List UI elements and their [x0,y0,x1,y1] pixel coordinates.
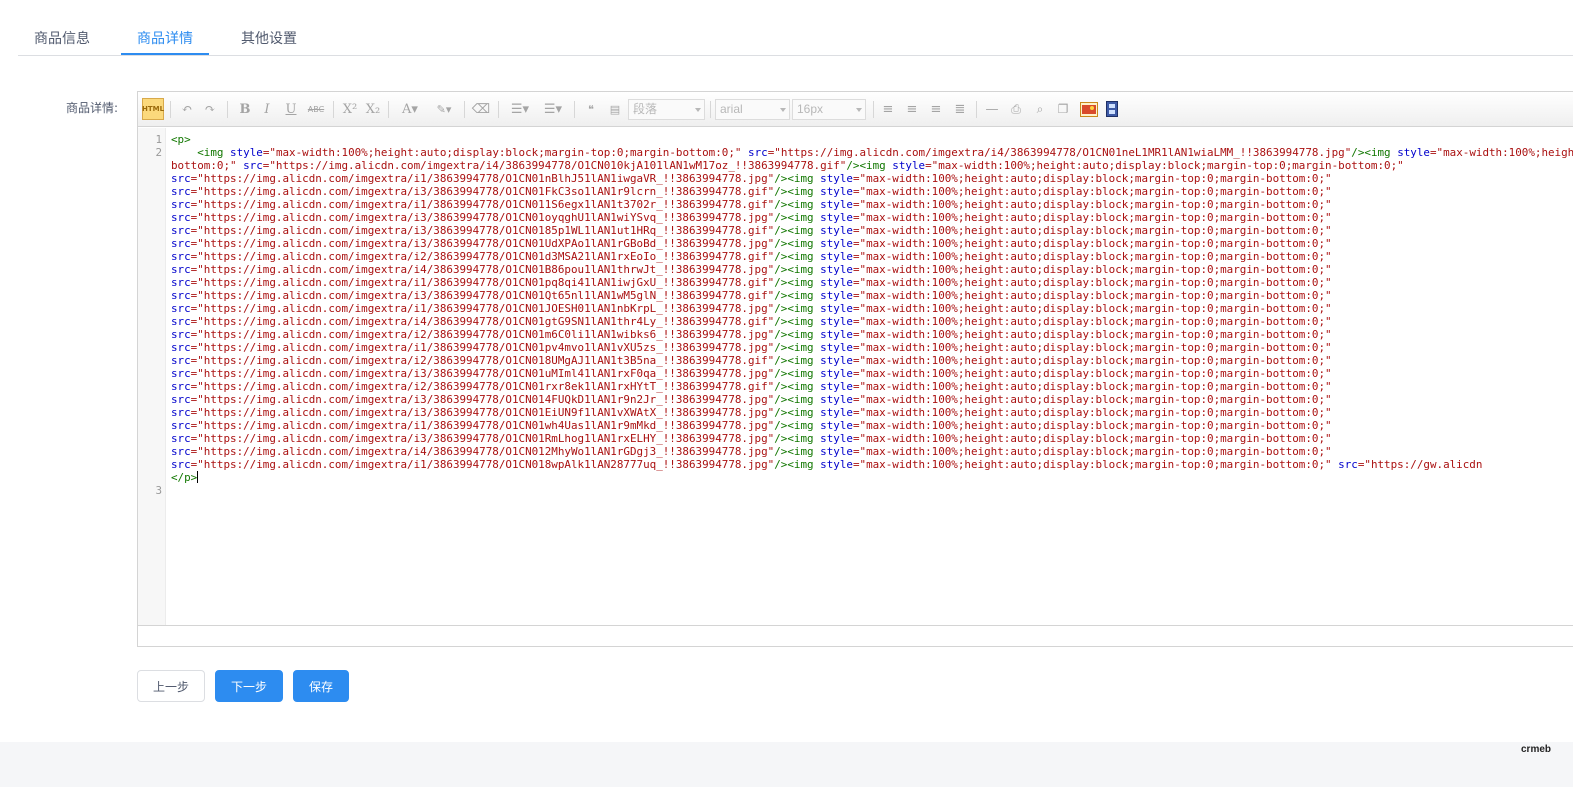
tab-other-settings[interactable]: 其他设置 [241,28,297,48]
bold-icon[interactable]: B [236,99,254,119]
align-center-icon[interactable]: ≡ [903,99,921,119]
active-tab-indicator [121,53,209,55]
code-line[interactable]: src="https://img.alicdn.com/imgextra/i1/… [171,302,1573,315]
html-source-view[interactable]: 12 3 <p> <img style="max-width:100%;heigh… [138,128,1573,625]
html-icon[interactable]: HTML [142,98,164,120]
code-line[interactable]: src="https://img.alicdn.com/imgextra/i4/… [171,263,1573,276]
code-line[interactable]: src="https://img.alicdn.com/imgextra/i4/… [171,315,1573,328]
line-number: 3 [155,484,162,497]
code-line[interactable]: <img style="max-width:100%;height:auto;d… [171,146,1573,159]
font-color-icon[interactable]: A▾ [396,99,424,119]
code-line[interactable]: src="https://img.alicdn.com/imgextra/i2/… [171,354,1573,367]
previous-step-button[interactable]: 上一步 [137,670,205,702]
code-line[interactable]: src="https://img.alicdn.com/imgextra/i2/… [171,380,1573,393]
toolbar-divider [873,101,874,118]
italic-icon[interactable]: I [258,99,276,119]
font-size-select[interactable]: 16px [792,99,866,120]
code-line[interactable]: src="https://img.alicdn.com/imgextra/i2/… [171,250,1573,263]
code-line[interactable]: src="https://img.alicdn.com/imgextra/i3/… [171,224,1573,237]
code-line[interactable]: src="https://img.alicdn.com/imgextra/i2/… [171,328,1573,341]
code-line[interactable]: src="https://img.alicdn.com/imgextra/i3/… [171,289,1573,302]
print-icon[interactable]: ⎙ [1007,99,1025,119]
code-line[interactable]: src="https://img.alicdn.com/imgextra/i4/… [171,445,1573,458]
code-line[interactable]: src="https://img.alicdn.com/imgextra/i1/… [171,276,1573,289]
code-line[interactable]: src="https://img.alicdn.com/imgextra/i3/… [171,393,1573,406]
highlight-icon[interactable]: ✎▾ [430,99,458,119]
save-button[interactable]: 保存 [293,670,349,702]
tab-product-info[interactable]: 商品信息 [34,28,90,48]
insert-video-icon[interactable] [1104,99,1120,119]
rich-text-editor: HTML ↶ ↷ B I U ABC X² X₂ A▾ ✎▾ ⌫ ☰▾ ☰▾ ❝… [137,91,1573,647]
code-line[interactable]: src="https://img.alicdn.com/imgextra/i1/… [171,198,1573,211]
code-line[interactable]: src="https://img.alicdn.com/imgextra/i3/… [171,211,1573,224]
line-number-gutter: 12 3 [138,128,166,625]
align-left-icon[interactable]: ≡ [879,99,897,119]
next-step-button[interactable]: 下一步 [215,670,283,702]
underline-icon[interactable]: U [282,99,300,119]
editor-toolbar: HTML ↶ ↷ B I U ABC X² X₂ A▾ ✎▾ ⌫ ☰▾ ☰▾ ❝… [138,92,1573,127]
insert-image-icon[interactable] [1079,99,1099,119]
code-line[interactable]: src="https://img.alicdn.com/imgextra/i3/… [171,406,1573,419]
text-cursor [197,471,199,483]
toolbar-divider [498,101,499,118]
font-family-select[interactable]: arial [715,99,790,120]
code-line[interactable]: src="https://img.alicdn.com/imgextra/i1/… [171,419,1573,432]
clear-format-icon[interactable]: ⌫ [471,99,491,119]
align-justify-icon[interactable]: ≣ [951,99,969,119]
toolbar-divider [464,101,465,118]
tab-product-detail[interactable]: 商品详情 [137,28,193,48]
paragraph-select[interactable]: 段落 [628,99,705,120]
code-line[interactable]: src="https://img.alicdn.com/imgextra/i3/… [171,432,1573,445]
code-line[interactable]: src="https://img.alicdn.com/imgextra/i1/… [171,341,1573,354]
unordered-list-icon[interactable]: ☰▾ [539,99,567,119]
code-lines[interactable]: <p> <img style="max-width:100%;height:au… [171,133,1573,484]
superscript-icon[interactable]: X² [340,99,360,119]
tab-bar: 商品信息 商品详情 其他设置 [18,0,1573,56]
toolbar-divider [976,101,977,118]
subscript-icon[interactable]: X₂ [363,99,383,119]
code-line[interactable]: <p> [171,133,1573,146]
toolbar-divider [388,101,389,118]
preview-icon[interactable]: ⌕ [1031,99,1049,119]
code-line[interactable]: bottom:0;" src="https://img.alicdn.com/i… [171,159,1573,172]
blockquote-icon[interactable]: ❝ [582,99,600,119]
horizontal-rule-icon[interactable]: — [983,99,1001,119]
line-number: 2 [155,146,162,159]
code-line[interactable]: src="https://img.alicdn.com/imgextra/i3/… [171,237,1573,250]
redo-icon[interactable]: ↷ [201,99,219,119]
toolbar-divider [170,101,171,118]
brand-logo: crmeb [1521,744,1552,755]
code-line[interactable]: src="https://img.alicdn.com/imgextra/i3/… [171,367,1573,380]
undo-icon[interactable]: ↶ [178,99,196,119]
align-right-icon[interactable]: ≡ [927,99,945,119]
field-label: 商品详情: [66,101,119,115]
editor-statusbar [138,625,1573,646]
strikethrough-icon[interactable]: ABC [305,99,327,119]
search-replace-icon[interactable]: ❐ [1054,99,1072,119]
toolbar-divider [710,101,711,118]
ordered-list-icon[interactable]: ☰▾ [506,99,534,119]
paste-text-icon[interactable]: ▤ [606,99,624,119]
line-number: 1 [155,133,162,146]
code-line[interactable]: src="https://img.alicdn.com/imgextra/i1/… [171,458,1573,471]
page-card: 商品信息 商品详情 其他设置 商品详情: HTML ↶ ↷ B I U ABC … [0,0,1573,742]
toolbar-divider [574,101,575,118]
code-line[interactable]: src="https://img.alicdn.com/imgextra/i3/… [171,185,1573,198]
code-line[interactable]: </p> [171,471,1573,484]
toolbar-divider [227,101,228,118]
toolbar-divider [333,101,334,118]
code-line[interactable]: src="https://img.alicdn.com/imgextra/i1/… [171,172,1573,185]
